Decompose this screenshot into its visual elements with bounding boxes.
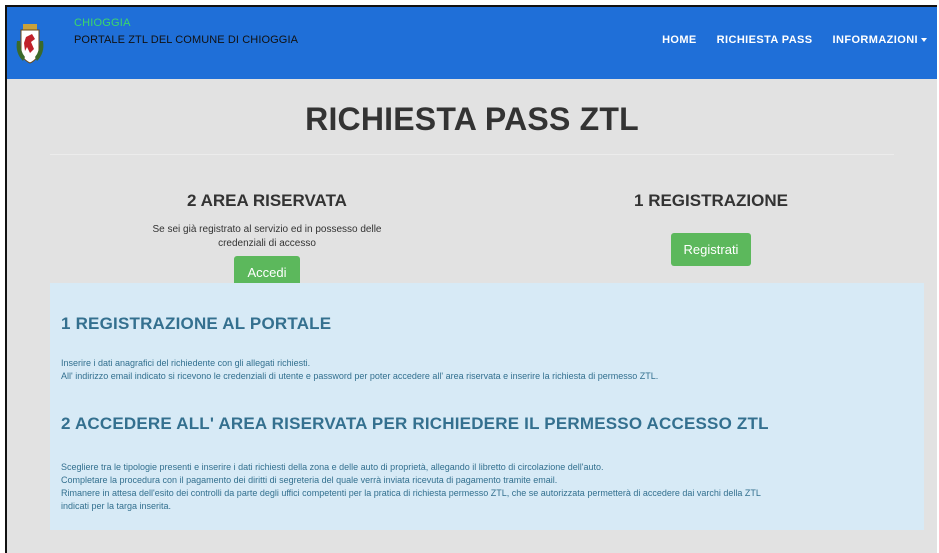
info-line: All' indirizzo email indicato si ricevon…: [61, 371, 659, 381]
info-panel: 1 REGISTRAZIONE AL PORTALE Inserire i da…: [50, 283, 924, 530]
area-riservata-description: Se sei già registrato al servizio ed in …: [137, 223, 397, 251]
info-heading-area-riservata: 2 ACCEDERE ALL' AREA RISERVATA PER RICHI…: [61, 414, 769, 433]
registrazione-section: 1 REGISTRAZIONE Registrati: [581, 191, 841, 266]
registrazione-title: 1 REGISTRAZIONE: [634, 191, 788, 210]
page-title: RICHIESTA PASS ZTL: [305, 101, 639, 137]
navbar: CHIOGGIA PORTALE ZTL DEL COMUNE DI CHIOG…: [7, 7, 937, 79]
registrati-button[interactable]: Registrati: [670, 233, 752, 266]
divider: [50, 154, 894, 155]
main-nav: HOME RICHIESTA PASS INFORMAZIONI: [652, 30, 929, 50]
info-line: Scegliere tra le tipologie presenti e in…: [61, 462, 604, 472]
info-text-registrazione: Inserire i dati anagrafici del richieden…: [61, 357, 914, 383]
caret-down-icon: [921, 38, 927, 43]
area-riservata-desc-line: Se sei già registrato al servizio ed in …: [152, 224, 382, 235]
area-riservata-desc-line: credenziali di accesso: [218, 238, 316, 249]
nav-home[interactable]: HOME: [652, 30, 707, 50]
nav-richiesta-pass[interactable]: RICHIESTA PASS: [707, 30, 823, 50]
area-riservata-title: 2 AREA RISERVATA: [187, 191, 347, 210]
nav-informazioni-label: INFORMAZIONI: [832, 34, 918, 46]
info-text-area-riservata: Scegliere tra le tipologie presenti e in…: [61, 461, 914, 513]
info-line: Completare la procedura con il pagamento…: [61, 475, 558, 485]
info-heading-registrazione: 1 REGISTRAZIONE AL PORTALE: [61, 314, 332, 333]
browser-viewport: CHIOGGIA PORTALE ZTL DEL COMUNE DI CHIOG…: [5, 5, 937, 553]
info-line: indicati per la targa inserita.: [61, 501, 172, 511]
area-riservata-section: 2 AREA RISERVATA Se sei già registrato a…: [137, 191, 397, 289]
chioggia-coat-of-arms-icon[interactable]: [15, 23, 45, 67]
info-line: Inserire i dati anagrafici del richieden…: [61, 358, 311, 368]
brand-portal-name[interactable]: PORTALE ZTL DEL COMUNE DI CHIOGGIA: [74, 34, 298, 46]
brand-city[interactable]: CHIOGGIA: [74, 17, 131, 29]
info-line: Rimanere in attesa dell'esito dei contro…: [61, 488, 761, 498]
nav-informazioni-dropdown[interactable]: INFORMAZIONI: [823, 30, 929, 50]
